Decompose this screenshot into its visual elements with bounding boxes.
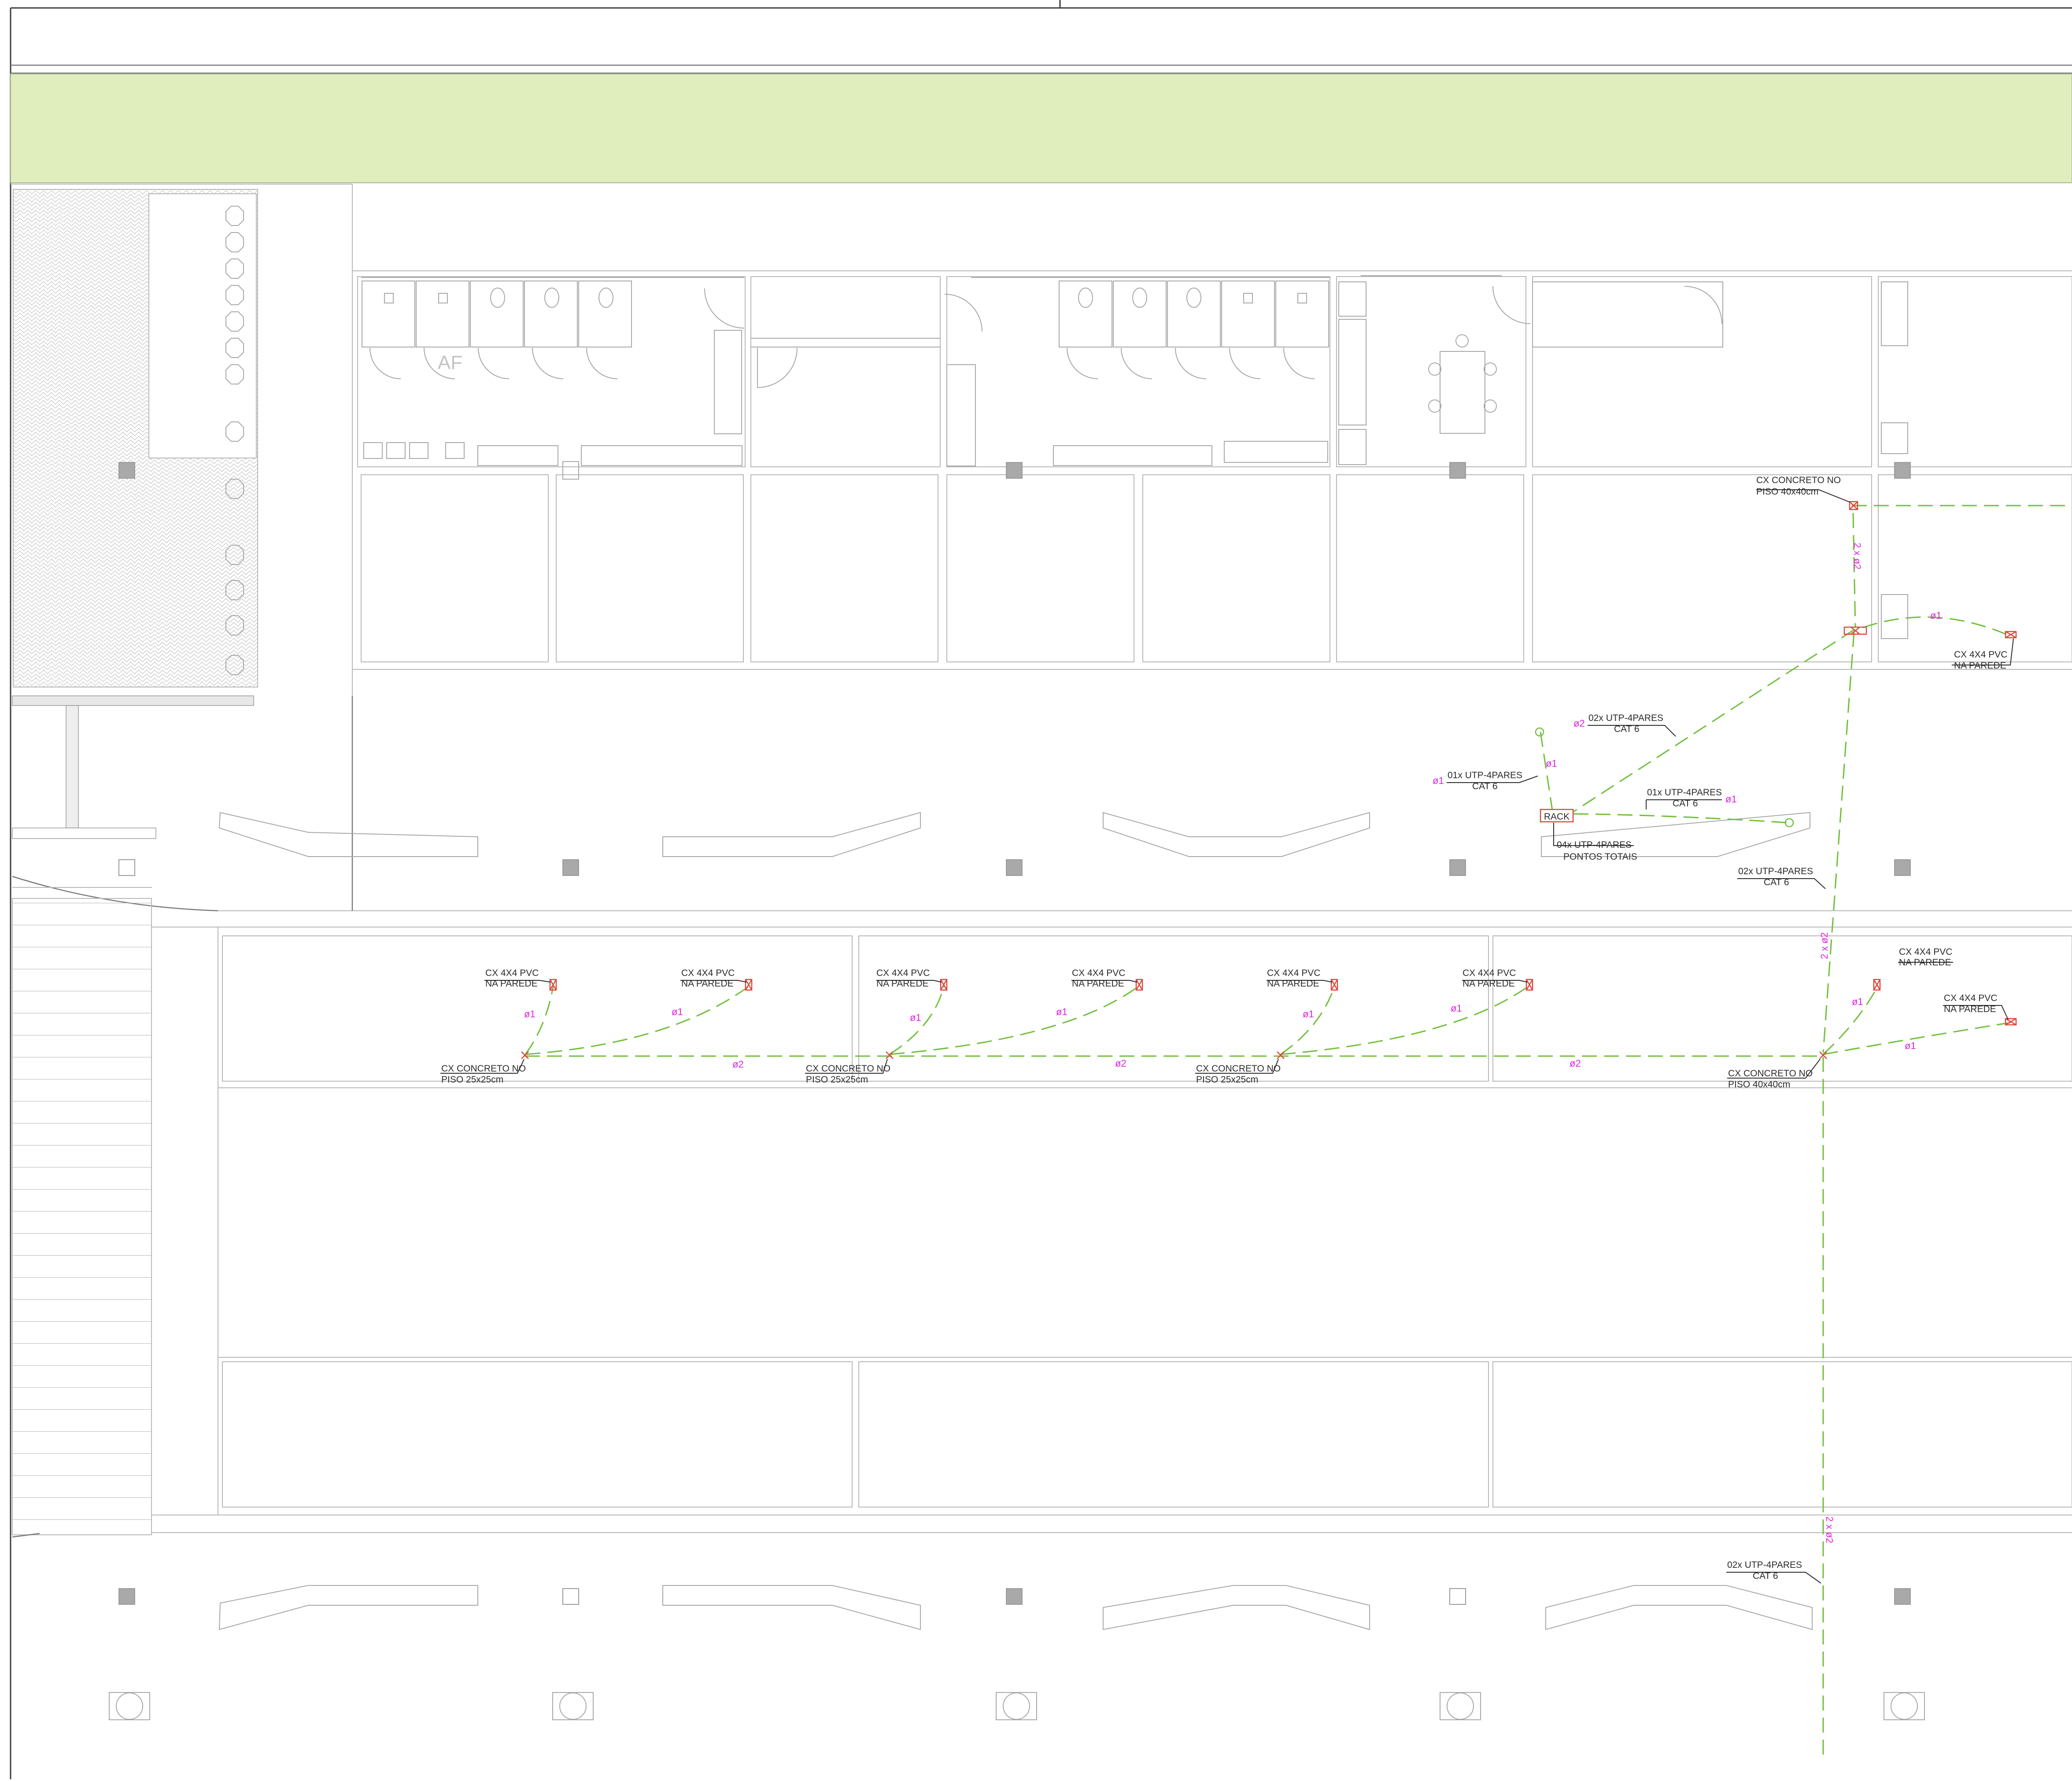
pipe-size: ø1: [1056, 1006, 1067, 1017]
pipe-size: ø2: [1573, 718, 1585, 729]
pipe-size: 2 x ø2: [1819, 932, 1830, 959]
cable-category: PONTOS TOTAIS: [1563, 852, 1637, 862]
office-room: [1492, 281, 1908, 639]
pipe-size: ø1: [672, 1006, 683, 1017]
annotations: CX CONCRETO NO PISO 40x40cm CX 4X4 PVC N…: [441, 475, 2007, 1581]
cable-category: CAT 6: [1673, 798, 1698, 809]
wall-box-location: NA PAREDE: [1463, 979, 1515, 989]
cable-label: 02x UTP-4PARES: [1588, 713, 1663, 723]
floor-box-label: CX CONCRETO NO: [1756, 475, 1841, 485]
wall-box-location: NA PAREDE: [1899, 957, 1951, 968]
upper-building: AF: [352, 270, 2072, 670]
floor-box-label: CX CONCRETO NO: [806, 1064, 890, 1074]
wall-box-label: CX 4X4 PVC: [1954, 650, 2007, 660]
cable-label: 01x UTP-4PARES: [1647, 787, 1722, 798]
cable-category: CAT 6: [1753, 1571, 1778, 1581]
pipe-size: ø1: [524, 1009, 536, 1020]
pipe-size: 2 x ø2: [1852, 543, 1863, 569]
lower-building: [12, 935, 2072, 1538]
cable-label: 04x UTP-4PARES: [1557, 840, 1632, 850]
pipe-size: ø1: [1433, 775, 1444, 786]
wall-box-label: CX 4X4 PVC: [1463, 968, 1516, 978]
wall-box-label: CX 4X4 PVC: [681, 968, 735, 978]
pipe-size: ø1: [1451, 1003, 1462, 1014]
leader-lines: [440, 489, 2014, 1584]
wall-box-label: CX 4X4 PVC: [1944, 993, 1997, 1003]
rack-label: RACK: [1544, 812, 1570, 822]
wall-box-label: CX 4X4 PVC: [876, 968, 930, 978]
pipe-size: ø2: [732, 1059, 744, 1070]
floor-box-size: PISO 40x40cm: [1728, 1079, 1790, 1090]
drawing-frame: [10, 0, 2072, 1779]
floor-box-label: CX CONCRETO NO: [1196, 1064, 1281, 1074]
pipe-size: 2 x ø2: [1824, 1516, 1835, 1543]
pipe-size: ø1: [1930, 610, 1942, 621]
pipe-size: ø1: [1725, 794, 1737, 805]
restroom-right: [971, 277, 1330, 466]
wall-box-location: NA PAREDE: [1944, 1004, 1996, 1014]
pipe-size: ø2: [1115, 1058, 1126, 1069]
room-tag: AF: [438, 352, 462, 373]
cable-label: 02x UTP-4PARES: [1738, 866, 1813, 876]
restroom-left: [361, 277, 745, 480]
pipe-diameters: 2 x ø2 2 x ø2 2 x ø2 ø1 ø2 ø1 ø1 ø1 ø1 ø…: [524, 543, 1942, 1543]
wall-box-location: NA PAREDE: [681, 979, 734, 989]
left-plaza: [11, 184, 2072, 1535]
room-two: [751, 294, 982, 466]
cable-category: CAT 6: [1614, 724, 1640, 734]
wall-box-label: CX 4X4 PVC: [1899, 947, 1952, 957]
pillars: [118, 462, 1911, 1605]
pipe-size: ø1: [1546, 758, 1557, 769]
pipe-size: ø1: [1852, 996, 1863, 1007]
pipe-size: ø1: [1303, 1009, 1314, 1020]
conduit-network: [524, 505, 2072, 1762]
rack: RACK: [1540, 809, 1574, 823]
floor-box-size: PISO 25x25cm: [441, 1075, 503, 1085]
floor-box-size: PISO 25x25cm: [806, 1075, 868, 1085]
pipe-size: ø1: [1905, 1040, 1916, 1051]
wall-box-label: CX 4X4 PVC: [485, 968, 539, 978]
cable-label: 01x UTP-4PARES: [1448, 770, 1522, 780]
wall-box-location: NA PAREDE: [1267, 979, 1319, 989]
cable-label: 02x UTP-4PARES: [1727, 1560, 1802, 1570]
wall-box-label: CX 4X4 PVC: [1072, 968, 1125, 978]
pipe-size: ø1: [910, 1012, 921, 1023]
floor-box-label: CX CONCRETO NO: [441, 1064, 526, 1074]
wall-box-label: CX 4X4 PVC: [1267, 968, 1320, 978]
wall-box-location: NA PAREDE: [485, 979, 538, 989]
pipe-size: ø2: [1570, 1058, 1581, 1069]
network-floor-plan: AF RACK CX CONCRETO NO PISO 40x40cm CX 4…: [10, 0, 2072, 1779]
cable-category: CAT 6: [1472, 781, 1498, 791]
wall-box-location: NA PAREDE: [1072, 979, 1124, 989]
stairway: [12, 898, 152, 1535]
cable-category: CAT 6: [1764, 877, 1789, 887]
tree-planters: [109, 1692, 1925, 1720]
landscape-strip: [10, 74, 2072, 183]
meeting-room: [1338, 275, 1502, 465]
floor-box-size: PISO 40x40cm: [1756, 487, 1818, 497]
wall-box-location: NA PAREDE: [1954, 661, 2006, 671]
floor-box-size: PISO 25x25cm: [1196, 1075, 1258, 1085]
floor-box-label: CX CONCRETO NO: [1728, 1068, 1813, 1079]
wall-box-location: NA PAREDE: [876, 979, 929, 989]
wall-box-markers: [549, 631, 2017, 1026]
